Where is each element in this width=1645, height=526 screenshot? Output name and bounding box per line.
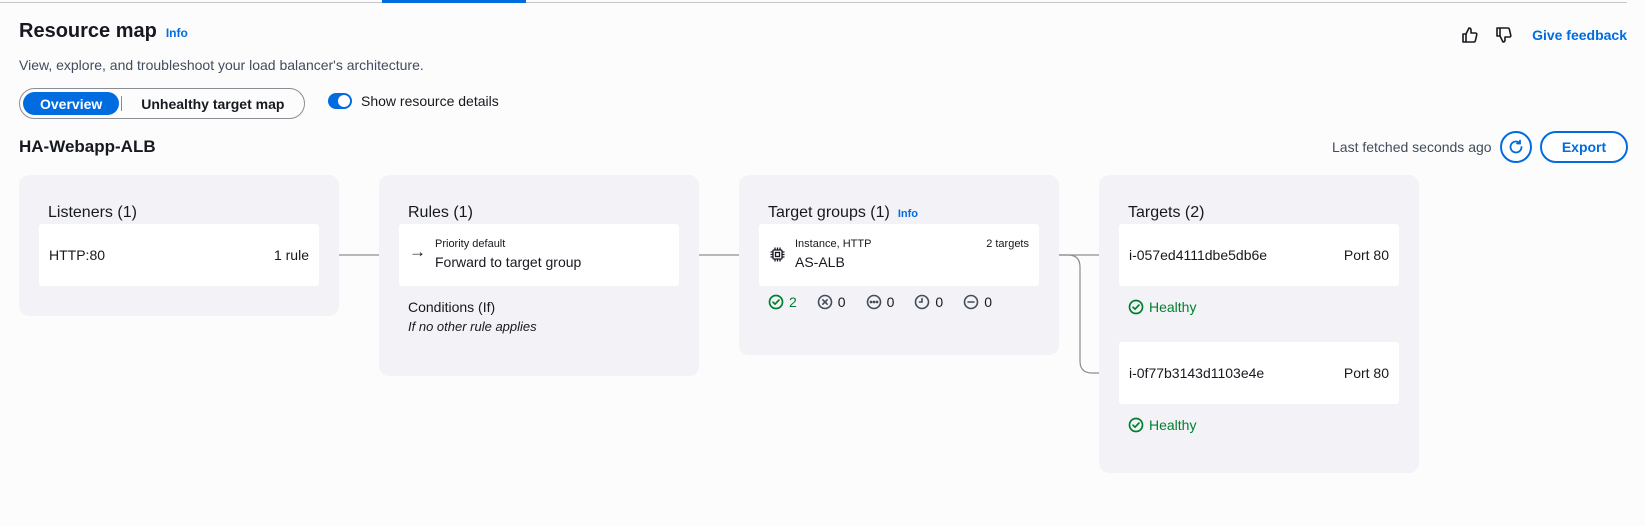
- stat-unavailable: 0: [963, 294, 992, 310]
- chip-icon: [770, 247, 785, 262]
- rule-action: Forward to target group: [435, 254, 582, 270]
- target-row: i-0f77b3143d1103e4e Port 80: [1129, 365, 1389, 381]
- stat-healthy-count: 2: [789, 294, 797, 310]
- arrow-right-icon: →: [409, 242, 426, 261]
- rule-card[interactable]: → Priority default Forward to target gro…: [399, 224, 679, 286]
- target-row: i-057ed4111dbe5db6e Port 80: [1129, 247, 1389, 263]
- status-negative-icon: [817, 294, 833, 310]
- listener-row: HTTP:80 1 rule: [49, 247, 309, 263]
- conditions-value: If no other rule applies: [408, 319, 537, 334]
- targets-title: Targets (2): [1128, 204, 1204, 222]
- target-groups-title-text: Target groups (1): [768, 204, 890, 221]
- stat-unused: 0: [866, 294, 895, 310]
- listeners-panel: Listeners (1) HTTP:80 1 rule: [19, 175, 339, 316]
- target-health-summary: 2 0 0 0 0: [768, 294, 992, 310]
- status-pending-clock-icon: [914, 294, 930, 310]
- target-health-label: Healthy: [1149, 299, 1197, 315]
- target-instance-id: i-0f77b3143d1103e4e: [1129, 365, 1265, 381]
- listener-rule-count: 1 rule: [273, 247, 309, 263]
- target-groups-info-link[interactable]: Info: [898, 208, 918, 220]
- target-group-type: Instance, HTTP: [795, 238, 872, 250]
- target-group-name: AS-ALB: [795, 254, 845, 270]
- stat-healthy: 2: [768, 294, 797, 310]
- target-groups-title: Target groups (1) Info: [768, 204, 918, 222]
- target-health-label: Healthy: [1149, 417, 1197, 433]
- conditions-title: Conditions (If): [408, 299, 496, 315]
- stat-unhealthy: 0: [817, 294, 846, 310]
- target-group-card[interactable]: Instance, HTTP AS-ALB 2 targets: [759, 224, 1039, 286]
- target-instance-id: i-057ed4111dbe5db6e: [1129, 247, 1268, 263]
- rule-priority: Priority default: [435, 238, 506, 250]
- target-port: Port 80: [1343, 247, 1389, 263]
- target-groups-panel: Target groups (1) Info Instance, HTTP AS…: [739, 175, 1059, 355]
- listener-card[interactable]: HTTP:80 1 rule: [39, 224, 319, 286]
- listener-protocol: HTTP:80: [49, 247, 106, 263]
- status-stopped-icon: [963, 294, 979, 310]
- stat-unhealthy-count: 0: [837, 294, 846, 310]
- listeners-title-text: Listeners (1): [48, 204, 137, 221]
- stat-draining: 0: [914, 294, 943, 310]
- listeners-title: Listeners (1): [48, 204, 137, 222]
- target-health-status: Healthy: [1128, 299, 1196, 315]
- target-card[interactable]: i-057ed4111dbe5db6e Port 80: [1119, 224, 1399, 286]
- rules-panel: Rules (1) → Priority default Forward to …: [379, 175, 699, 376]
- status-positive-icon: [1128, 417, 1144, 433]
- targets-title-text: Targets (2): [1128, 204, 1205, 221]
- rules-title-text: Rules (1): [408, 204, 473, 221]
- target-card[interactable]: i-0f77b3143d1103e4e Port 80: [1119, 342, 1399, 404]
- status-positive-icon: [768, 294, 784, 310]
- stat-unused-count: 0: [886, 294, 895, 310]
- rules-title: Rules (1): [408, 204, 473, 222]
- target-port: Port 80: [1343, 365, 1389, 381]
- targets-panel: Targets (2) i-057ed4111dbe5db6e Port 80 …: [1099, 175, 1419, 473]
- stat-draining-count: 0: [935, 294, 944, 310]
- status-ellipsis-icon: [866, 294, 882, 310]
- target-health-status: Healthy: [1128, 417, 1196, 433]
- target-group-target-count: 2 targets: [986, 238, 1029, 250]
- status-positive-icon: [1128, 299, 1144, 315]
- stat-unavailable-count: 0: [984, 294, 992, 310]
